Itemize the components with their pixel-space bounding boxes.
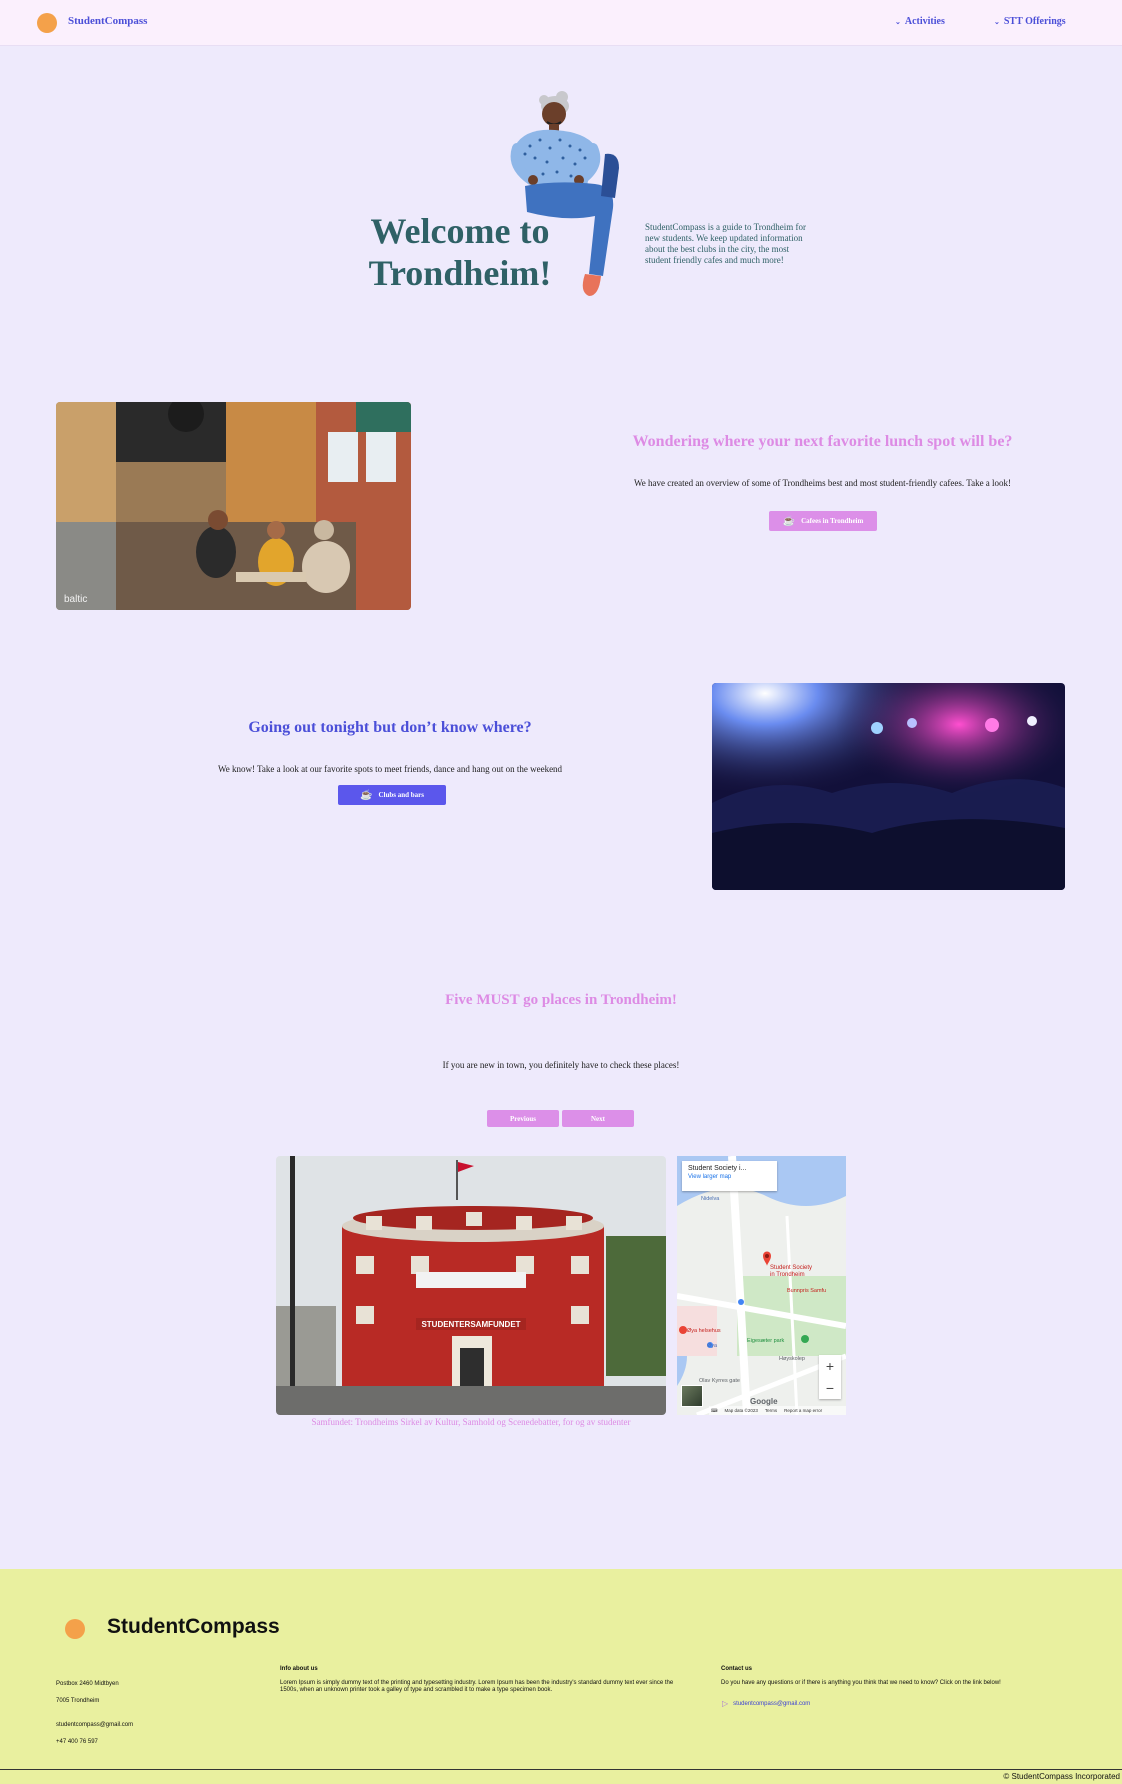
next-button[interactable]: Next xyxy=(562,1110,634,1127)
previous-button[interactable]: Previous xyxy=(487,1110,559,1127)
footer-email: studentcompass@gmail.com xyxy=(56,1722,134,1728)
club-image xyxy=(712,683,1065,890)
zoom-in-button[interactable]: + xyxy=(826,1358,834,1374)
hero-title-line1: Welcome to xyxy=(370,211,550,251)
map-popup-title: Student Society i... xyxy=(688,1165,747,1172)
hero-description: StudentCompass is a guide to Trondheim f… xyxy=(645,222,807,265)
samfundet-image: STUDENTERSAMFUNDET xyxy=(276,1156,666,1415)
footer-phone: +47 400 76 597 xyxy=(56,1739,98,1745)
cafees-button[interactable]: ☕ Cafees in Trondheim xyxy=(769,511,877,531)
footer-logo-icon xyxy=(65,1619,85,1639)
map-label-nidelva: Nidelva xyxy=(701,1196,720,1202)
footer-address1: Postbox 2460 Midtbyen xyxy=(56,1681,119,1687)
footer-contact-link[interactable]: ▷ studentcompass@gmail.com xyxy=(722,1699,810,1708)
menu-stt-offerings-label: STT Offerings xyxy=(1003,16,1066,27)
keyboard-icon[interactable]: ⌨ xyxy=(711,1408,718,1414)
footer: StudentCompass Postbox 2460 Midtbyen 700… xyxy=(0,1569,1122,1784)
samfundet-sign: STUDENTERSAMFUNDET xyxy=(421,1320,520,1329)
send-icon: ▷ xyxy=(722,1699,729,1708)
footer-contact-email[interactable]: studentcompass@gmail.com xyxy=(733,1701,810,1707)
must-go-text: If you are new in town, you definitely h… xyxy=(442,1060,680,1070)
google-logo: Google xyxy=(750,1397,778,1406)
lunch-section-text: We have created an overview of some of T… xyxy=(633,478,1012,488)
footer-address2: 7005 Trondheim xyxy=(56,1698,100,1704)
chevron-down-icon: ⌄ xyxy=(994,17,1000,26)
view-larger-map-link[interactable]: View larger map xyxy=(688,1174,771,1180)
google-map[interactable]: Bunnpris Samfu Øya helsehus Eigesæter pa… xyxy=(677,1156,846,1415)
cafe-image-watermark: baltic xyxy=(64,594,87,605)
logo-icon[interactable] xyxy=(37,13,57,33)
clubs-button-label: Clubs and bars xyxy=(378,791,424,799)
hero-title-line2: Trondheim! xyxy=(368,253,552,293)
map-pin-label-line2: in Trondheim xyxy=(770,1272,805,1278)
zoom-out-button[interactable]: − xyxy=(826,1380,834,1396)
footer-about-text: Lorem Ipsum is simply dummy text of the … xyxy=(280,1680,674,1693)
map-label-olav-kyrres: Olav Kyrres gate xyxy=(699,1378,740,1384)
coffee-cup-icon: ☕ xyxy=(360,789,373,801)
map-pin-label-line1: Student Society xyxy=(770,1265,813,1271)
menu-activities-label: Activities xyxy=(904,16,945,27)
map-popup: Student Society i... View larger map xyxy=(682,1161,777,1191)
cafees-button-label: Cafees in Trondheim xyxy=(801,517,864,525)
brand-link[interactable]: StudentCompass xyxy=(68,15,147,27)
cafe-image: baltic xyxy=(56,402,411,610)
chevron-down-icon: ⌄ xyxy=(895,17,901,26)
copyright: © StudentCompass Incorporated xyxy=(0,1769,1122,1784)
map-terms-link[interactable]: Terms xyxy=(765,1408,777,1413)
footer-brand: StudentCompass xyxy=(107,1615,280,1638)
hero-title: Welcome to Trondheim! xyxy=(360,210,560,294)
map-zoom-controls: + − xyxy=(819,1355,841,1399)
map-label-hoyskole: Høyskolep xyxy=(779,1356,805,1362)
map-label-park: Eigesæter park xyxy=(747,1338,785,1344)
map-label-bunnpris: Bunnpris Samfu xyxy=(787,1288,826,1294)
nightlife-section-text: We know! Take a look at our favorite spo… xyxy=(217,764,563,774)
lunch-section-title: Wondering where your next favorite lunch… xyxy=(632,433,1013,450)
map-label-oya-helsehus: Øya helsehus xyxy=(687,1328,721,1334)
footer-about-title: Info about us xyxy=(280,1666,318,1672)
menu-activities[interactable]: ⌄ Activities xyxy=(895,16,945,27)
coffee-cup-icon: ☕ xyxy=(782,515,796,527)
footer-contact-title: Contact us xyxy=(721,1666,753,1672)
clubs-button[interactable]: ☕ Clubs and bars xyxy=(338,785,446,805)
top-nav: StudentCompass ⌄ Activities ⌄ STT Offeri… xyxy=(0,0,1122,46)
footer-contact-text: Do you have any questions or if there is… xyxy=(721,1680,1001,1686)
nightlife-section-title: Going out tonight but don’t know where? xyxy=(248,719,532,736)
map-layer-toggle[interactable] xyxy=(681,1385,703,1407)
samfundet-caption: Samfundet: Trondheims Sirkel av Kultur, … xyxy=(311,1417,631,1427)
map-attribution: ⌨ Map data ©2023 Terms Report a map erro… xyxy=(709,1406,846,1415)
map-pin-label: Student Society in Trondheim xyxy=(770,1265,812,1279)
menu-stt-offerings[interactable]: ⌄ STT Offerings xyxy=(994,16,1066,27)
map-report-link[interactable]: Report a map error xyxy=(784,1408,822,1413)
must-go-title: Five MUST go places in Trondheim! xyxy=(445,992,677,1008)
map-label-oya: Øya xyxy=(707,1343,718,1349)
map-data-text: Map data ©2023 xyxy=(724,1408,758,1413)
